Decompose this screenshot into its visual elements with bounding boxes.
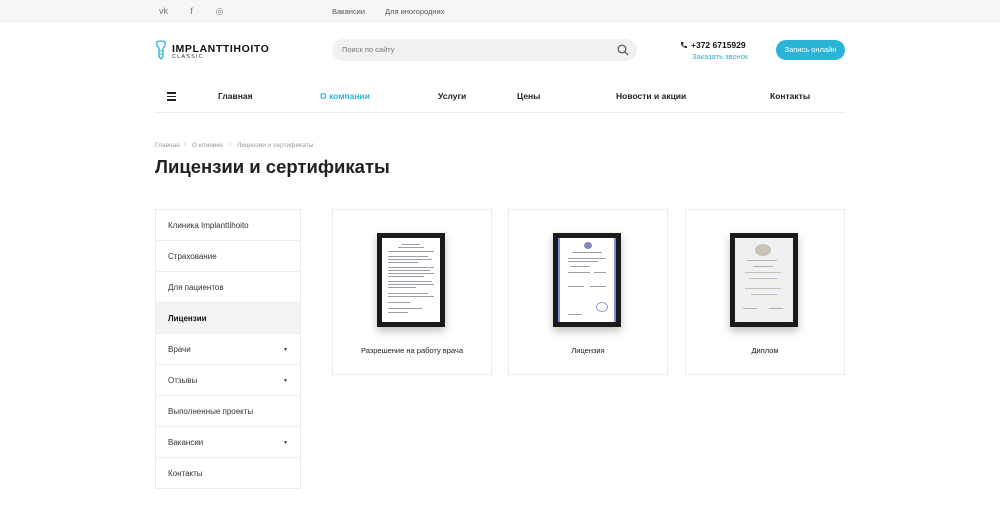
nav-item-about[interactable]: О компании	[320, 91, 370, 101]
breadcrumb-about[interactable]: О клинике	[192, 142, 223, 149]
card-label: Лицензия	[571, 346, 605, 355]
phone-icon	[681, 42, 687, 49]
sidebar-item-licenses[interactable]: Лицензии	[156, 303, 300, 334]
topbar-link-vacancies[interactable]: Вакансии	[332, 7, 365, 16]
search-icon[interactable]	[617, 44, 629, 56]
sidebar-item-label: Врачи	[168, 345, 191, 354]
sidebar-item-contacts[interactable]: Контакты	[156, 458, 300, 489]
search-input[interactable]: Поиск по сайту	[332, 39, 637, 61]
breadcrumb-separator-icon: ›	[184, 141, 187, 148]
nav-item-prices[interactable]: Цены	[517, 91, 540, 101]
chevron-down-icon[interactable]: ▼	[283, 378, 288, 384]
nav-item-services[interactable]: Услуги	[438, 91, 466, 101]
sidebar-item-insurance[interactable]: Страхование	[156, 241, 300, 272]
breadcrumb-separator-icon: ›	[229, 141, 232, 148]
topbar-link-out-of-town[interactable]: Для иногородних	[385, 7, 444, 16]
page-title: Лицензии и сертификаты	[155, 156, 390, 177]
certificate-image[interactable]	[377, 233, 445, 327]
menu-icon[interactable]	[167, 92, 176, 101]
breadcrumb-home[interactable]: Главная	[155, 142, 180, 149]
sidebar-item-label: Выполненные проекты	[168, 407, 254, 416]
certificate-card-work-permit[interactable]: Разрешение на работу врача	[332, 209, 492, 375]
facebook-icon[interactable]: f	[186, 6, 197, 17]
sidebar-item-label: Контакты	[168, 469, 203, 478]
card-label: Диплом	[751, 346, 779, 355]
breadcrumb-current: Лицензии и сертификаты	[237, 142, 314, 149]
main-nav: Главная О компании Услуги Цены Новости и…	[155, 80, 845, 113]
sidebar-menu: Клиника Implanttihoito Страхование Для п…	[155, 209, 301, 489]
book-online-button[interactable]: Запись онлайн	[776, 40, 845, 60]
phone-number[interactable]: +372 6715929	[691, 40, 746, 50]
certificate-image[interactable]	[730, 233, 798, 327]
sidebar-item-doctors[interactable]: Врачи ▼	[156, 334, 300, 365]
tooth-logo-icon	[156, 40, 166, 60]
certificate-card-diploma[interactable]: Диплом	[685, 209, 845, 375]
sidebar-item-label: Клиника Implanttihoito	[168, 221, 249, 230]
sidebar-item-reviews[interactable]: Отзывы ▼	[156, 365, 300, 396]
certificate-image[interactable]	[553, 233, 621, 327]
vk-icon[interactable]: vk	[158, 6, 169, 17]
nav-item-contacts[interactable]: Контакты	[770, 91, 810, 101]
top-bar: vk f ◎ Вакансии Для иногородних	[0, 0, 1000, 23]
search-placeholder: Поиск по сайту	[342, 45, 395, 54]
nav-item-home[interactable]: Главная	[218, 91, 253, 101]
card-label: Разрешение на работу врача	[360, 346, 464, 355]
nav-item-news[interactable]: Новости и акции	[616, 91, 686, 101]
sidebar-item-label: Страхование	[168, 252, 217, 261]
sidebar-item-projects[interactable]: Выполненные проекты	[156, 396, 300, 427]
sidebar-item-clinic[interactable]: Клиника Implanttihoito	[156, 210, 300, 241]
chevron-down-icon[interactable]: ▼	[283, 440, 288, 446]
callback-link[interactable]: Заказать звонок	[692, 52, 748, 61]
instagram-icon[interactable]: ◎	[214, 6, 225, 17]
sidebar-item-label: Для пациентов	[168, 283, 224, 292]
sidebar-item-label: Отзывы	[168, 376, 198, 385]
sidebar-item-label: Вакансии	[168, 438, 204, 447]
logo-subtitle: CLASSIC	[172, 54, 204, 60]
certificate-card-license[interactable]: Лицензия	[508, 209, 668, 375]
chevron-down-icon[interactable]: ▼	[283, 347, 288, 353]
sidebar-item-label: Лицензии	[168, 314, 207, 323]
sidebar-item-vacancies[interactable]: Вакансии ▼	[156, 427, 300, 458]
sidebar-item-patients[interactable]: Для пациентов	[156, 272, 300, 303]
